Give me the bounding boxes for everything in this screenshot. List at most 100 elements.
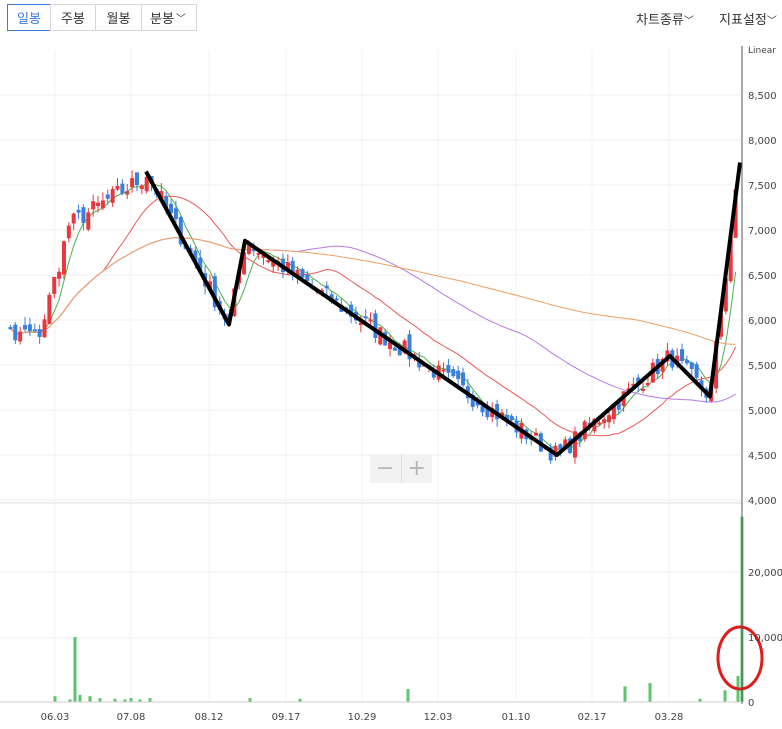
volume-bar <box>98 698 102 702</box>
candle-body <box>27 324 32 332</box>
candle-body <box>300 269 305 278</box>
volume-bar <box>248 698 252 702</box>
candle-body <box>456 370 461 380</box>
zoom-control: − + <box>370 454 432 483</box>
candle-body <box>602 419 607 424</box>
candlestick-series <box>8 170 738 464</box>
grid-lines <box>0 50 742 702</box>
chevron-down-icon: ﹀ <box>766 16 777 27</box>
candle-body <box>689 362 694 370</box>
candle-body <box>105 194 110 199</box>
candle-body <box>363 316 368 319</box>
chart-type-menu[interactable]: 차트종류﹀ <box>636 9 694 28</box>
volume-tick-label: 20,000,0 <box>748 568 782 579</box>
candle-body <box>373 313 378 339</box>
annotation-layer <box>144 162 764 691</box>
axes: Linear 8,500 8,000 7,500 7,000 6,500 6,000 5,50… <box>0 46 782 723</box>
candle-body <box>451 369 456 377</box>
y-tick-label: 4,500 <box>748 451 777 462</box>
candle-body <box>52 276 57 294</box>
moving-average-lines <box>10 181 737 452</box>
volume-tick-label: 0 <box>748 698 754 709</box>
volume-bar <box>623 686 627 702</box>
candle-body <box>334 298 339 301</box>
x-tick-label: 03.28 <box>655 712 684 723</box>
candle-body <box>324 285 329 289</box>
volume-bars <box>53 516 744 702</box>
candle-body <box>76 209 81 213</box>
x-tick-label: 02.17 <box>578 712 607 723</box>
candle-body <box>173 208 178 220</box>
y-tick-label: 6,000 <box>748 316 777 327</box>
volume-bar <box>648 683 652 702</box>
candle-body <box>641 388 646 391</box>
volume-bar <box>148 698 152 702</box>
candle-body <box>32 329 37 332</box>
volume-tick-label: 10,000,0 <box>748 633 782 644</box>
x-tick-label: 07.08 <box>117 712 146 723</box>
volume-bar <box>78 694 82 702</box>
tab-weekly[interactable]: 주봉 <box>50 4 96 31</box>
zoom-out-button[interactable]: − <box>370 454 402 483</box>
candle-body <box>130 178 135 188</box>
candle-body <box>86 212 91 230</box>
y-tick-label: 7,000 <box>748 226 777 237</box>
candle-body <box>61 241 66 275</box>
y-tick-label: 8,000 <box>748 136 777 147</box>
tab-minute[interactable]: 분봉 ﹀ <box>141 4 197 31</box>
tab-monthly[interactable]: 월봉 <box>95 4 142 31</box>
chart-toolbar: 일봉 주봉 월봉 분봉 ﹀ 차트종류﹀ 지표설정﹀ <box>0 0 782 38</box>
candle-body <box>66 225 71 239</box>
y-tick-label: 8,500 <box>748 91 777 102</box>
candle-body <box>392 347 397 351</box>
y-tick-label: 7,500 <box>748 181 777 192</box>
candle-body <box>18 331 23 342</box>
y-tick-label: 5,500 <box>748 361 777 372</box>
candle-body <box>96 202 101 207</box>
tab-daily[interactable]: 일봉 <box>7 4 51 31</box>
candle-body <box>446 364 451 373</box>
candle-body <box>71 213 76 224</box>
candle-body <box>534 432 539 436</box>
candle-body <box>139 185 144 189</box>
candle-body <box>100 200 105 209</box>
ma5-line <box>10 181 737 452</box>
x-tick-label: 09.17 <box>272 712 301 723</box>
x-tick-label: 10.29 <box>348 712 377 723</box>
candle-body <box>125 191 130 195</box>
candle-body <box>81 207 86 224</box>
candle-body <box>13 324 18 341</box>
indicator-settings-menu[interactable]: 지표설정﹀ <box>719 9 777 28</box>
zoom-in-button[interactable]: + <box>402 454 433 483</box>
candle-body <box>694 364 699 378</box>
y-tick-label: 5,000 <box>748 406 777 417</box>
candle-body <box>110 189 115 203</box>
x-tick-label: 01.10 <box>502 712 531 723</box>
chart-type-label: 차트종류 <box>636 13 684 28</box>
volume-bar <box>88 696 92 702</box>
volume-bar <box>73 637 77 702</box>
candle-body <box>57 271 62 279</box>
chevron-down-icon: ﹀ <box>175 14 186 25</box>
x-tick-label: 06.03 <box>41 712 70 723</box>
candle-body <box>680 349 685 362</box>
candle-body <box>47 294 52 324</box>
candle-body <box>115 186 120 190</box>
volume-bar <box>129 698 133 702</box>
candle-body <box>572 431 577 458</box>
scale-label: Linear <box>748 46 776 56</box>
candle-body <box>134 172 139 186</box>
volume-bar <box>53 696 57 702</box>
candle-body <box>684 360 689 364</box>
candle-body <box>461 372 466 386</box>
candle-body <box>91 201 96 210</box>
x-tick-label: 08.12 <box>195 712 224 723</box>
candle-body <box>607 415 612 423</box>
volume-bar <box>406 689 410 702</box>
stock-chart[interactable]: Linear 8,500 8,000 7,500 7,000 6,500 6,000 5,50… <box>0 38 782 729</box>
candle-body <box>368 319 373 322</box>
candle-body <box>266 260 271 263</box>
volume-bar <box>723 690 727 702</box>
candle-body <box>441 369 446 372</box>
candle-body <box>305 274 310 281</box>
